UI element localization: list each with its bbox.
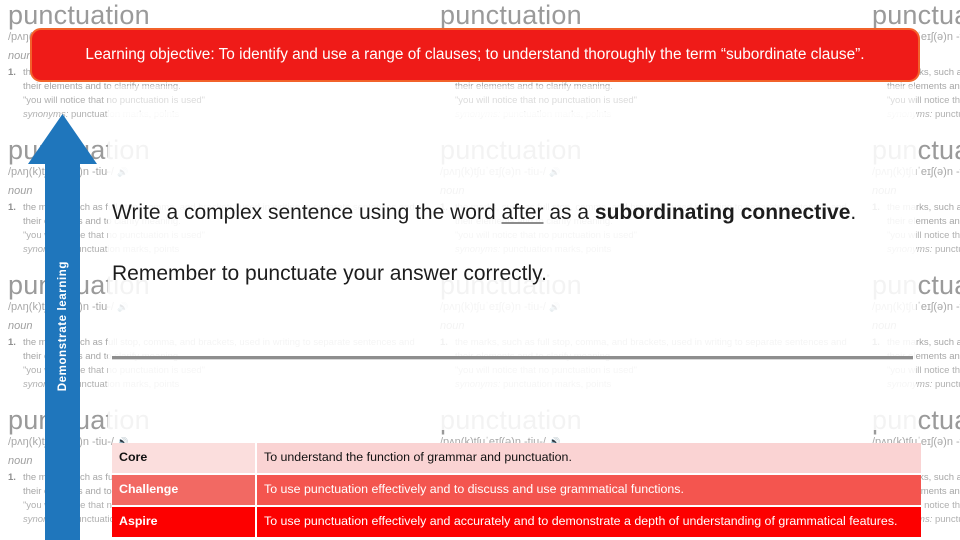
outcomes-body: Core To understand the function of gramm…	[112, 443, 921, 538]
question-line-2: Remember to punctuate your answer correc…	[112, 262, 547, 286]
dictionary-headword: punctuation	[8, 0, 150, 30]
dictionary-headword: punctuation	[872, 0, 960, 30]
question-text-end: .	[850, 201, 857, 224]
learning-objective-banner: Learning objective: To identify and use …	[30, 28, 920, 82]
arrow-label-text: Demonstrate learning	[56, 260, 69, 392]
question-text-mid: as a	[543, 201, 595, 224]
dictionary-headword: punctuation	[440, 0, 582, 30]
learning-objective-text: Learning objective: To identify and use …	[85, 46, 865, 64]
table-row: Challenge To use punctuation effectively…	[112, 473, 921, 506]
dictionary-sense-number: 1.	[8, 472, 16, 484]
dictionary-sense-number: 1.	[8, 67, 16, 79]
question-keyword-after: after	[501, 201, 544, 224]
question-term-subordinating-connective: subordinating connective	[594, 201, 851, 224]
learning-outcomes-table: Core To understand the function of gramm…	[112, 443, 921, 539]
dictionary-sense-number: 1.	[8, 202, 16, 214]
question-block: Write a complex sentence using the word …	[112, 200, 917, 288]
question-text-lead: Write a complex sentence using the word	[112, 201, 502, 224]
question-line-1: Write a complex sentence using the word …	[112, 200, 917, 226]
arrow-label-wrap: Demonstrate learning	[27, 112, 98, 540]
table-row: Aspire To use punctuation effectively an…	[112, 505, 921, 538]
outcome-level-core: Core	[112, 443, 257, 474]
outcome-level-challenge: Challenge	[112, 473, 257, 506]
table-row: Core To understand the function of gramm…	[112, 443, 921, 474]
outcome-level-aspire: Aspire	[112, 505, 257, 538]
outcome-description-aspire: To use punctuation effectively and accur…	[256, 505, 921, 538]
demonstrate-learning-arrow: Demonstrate learning	[27, 112, 98, 540]
outcome-description-challenge: To use punctuation effectively and to di…	[256, 473, 921, 506]
dictionary-sense-number: 1.	[8, 337, 16, 349]
outcome-description-core: To understand the function of grammar an…	[256, 443, 921, 474]
answer-writing-line	[112, 356, 913, 360]
